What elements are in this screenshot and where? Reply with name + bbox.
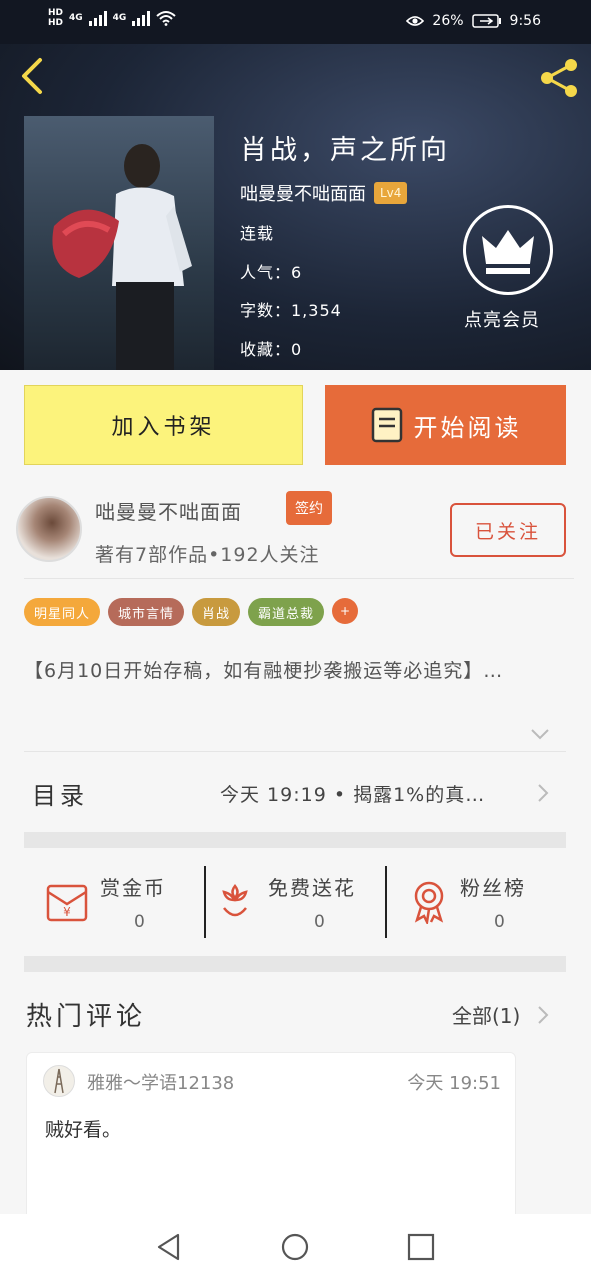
- clock: 9:56: [509, 13, 541, 29]
- reward-coins-count: 0: [134, 912, 145, 932]
- comment-text: 贼好看。: [45, 1119, 122, 1141]
- reward-coins-button[interactable]: ¥ 赏金币 0: [44, 866, 194, 940]
- tag-item[interactable]: 明星同人: [24, 598, 101, 626]
- back-arrow-icon[interactable]: [16, 56, 48, 96]
- author-line: 咄曼曼不咄面面 Lv4: [240, 180, 408, 206]
- latest-chapter[interactable]: 今天 19:19 • 揭露1%的真…: [220, 780, 485, 807]
- follow-button[interactable]: 已关注: [450, 503, 566, 557]
- level-badge: Lv4: [374, 182, 408, 204]
- chevron-right-icon[interactable]: [536, 1004, 550, 1026]
- book-title: 肖战，声之所向: [240, 135, 450, 166]
- battery-percent: 26%: [432, 13, 464, 29]
- add-tag-button[interactable]: +: [332, 598, 359, 624]
- chevron-down-icon[interactable]: [530, 726, 550, 742]
- author-avatar[interactable]: [16, 496, 82, 562]
- status-right: 26% 9:56: [406, 13, 541, 29]
- hot-comments-title: 热门评论: [26, 1002, 147, 1032]
- book-icon: [371, 407, 402, 443]
- nav-home-icon[interactable]: [280, 1232, 310, 1262]
- popularity: 人气：6: [240, 263, 303, 282]
- catalog-label[interactable]: 目录: [32, 776, 88, 811]
- nav-back-icon[interactable]: [154, 1232, 184, 1262]
- reward-coins-label: 赏金币: [100, 876, 166, 900]
- hd-top-label: HD: [48, 8, 64, 18]
- crown-icon: [482, 230, 534, 274]
- start-reading-label: 开始阅读: [413, 413, 522, 442]
- hd-bottom-label: HD: [48, 18, 64, 28]
- add-to-shelf-button[interactable]: 加入书架: [24, 385, 303, 465]
- vip-button[interactable]: [463, 205, 553, 295]
- synopsis[interactable]: 【6月10日开始存稿，如有融梗抄袭搬运等必追究】…: [24, 654, 569, 688]
- commenter-avatar[interactable]: [43, 1065, 75, 1097]
- chevron-right-icon[interactable]: [536, 782, 550, 804]
- eiffel-tower-icon: [54, 1068, 64, 1094]
- hd-indicator: HD HD: [48, 8, 63, 28]
- flower-icon: [222, 884, 248, 917]
- author-name[interactable]: 咄曼曼不咄面面: [95, 496, 242, 525]
- all-comments-link[interactable]: 全部(1): [452, 1000, 520, 1029]
- book-cover-image[interactable]: [24, 116, 214, 370]
- serial-status: 连载: [240, 224, 275, 243]
- tag-item[interactable]: 城市言情: [108, 598, 185, 626]
- separator: [385, 866, 387, 938]
- signal-2-icon: [132, 10, 151, 26]
- free-flowers-button[interactable]: 免费送花 0: [216, 866, 376, 940]
- free-flowers-label: 免费送花: [268, 876, 356, 900]
- fan-ranking-label: 粉丝榜: [460, 876, 526, 900]
- fan-ranking-button[interactable]: 粉丝榜 0: [410, 866, 560, 940]
- share-icon[interactable]: [537, 56, 581, 100]
- signed-badge: 签约: [286, 491, 332, 525]
- comment-time: 今天 19:51: [407, 1073, 501, 1094]
- tag-list: 明星同人 城市言情 肖战 霸道总裁 +: [24, 598, 359, 626]
- wifi-icon: [156, 11, 176, 26]
- tag-item[interactable]: 霸道总裁: [248, 598, 325, 626]
- eye-icon: [406, 16, 425, 26]
- red-envelope-icon: ¥: [46, 884, 88, 922]
- fan-ranking-count: 0: [494, 912, 505, 932]
- battery-icon: [471, 14, 501, 28]
- network-1-label: 4G: [69, 13, 83, 23]
- header-author-name[interactable]: 咄曼曼不咄面面: [240, 180, 366, 206]
- comment-card[interactable]: 雅雅～学语12138 今天 19:51 贼好看。: [26, 1052, 516, 1232]
- favorites-count: 收藏：0: [240, 340, 303, 359]
- signal-1-icon: [88, 10, 107, 26]
- svg-text:¥: ¥: [63, 905, 71, 919]
- free-flowers-count: 0: [314, 912, 325, 932]
- status-bar: HD HD 4G 4G 26% 9:56: [0, 0, 591, 44]
- cover-figure-illustration: [52, 144, 192, 370]
- medal-icon: [414, 881, 444, 924]
- vip-label[interactable]: 点亮会员: [464, 306, 540, 332]
- nav-recents-icon[interactable]: [406, 1232, 436, 1262]
- divider: [24, 751, 566, 752]
- status-left: HD HD 4G 4G: [48, 8, 176, 28]
- word-count: 字数：1,354: [240, 301, 342, 320]
- separator: [204, 866, 206, 938]
- start-reading-button[interactable]: 开始阅读: [325, 385, 566, 465]
- section-band: [24, 832, 566, 848]
- tag-item[interactable]: 肖战: [192, 598, 241, 626]
- section-band: [24, 956, 566, 972]
- commenter-name[interactable]: 雅雅～学语12138: [87, 1069, 234, 1095]
- network-2-label: 4G: [112, 13, 127, 23]
- divider: [24, 578, 574, 579]
- system-nav-bar: [0, 1214, 591, 1280]
- author-stats: 著有7部作品•192人关注: [95, 544, 320, 566]
